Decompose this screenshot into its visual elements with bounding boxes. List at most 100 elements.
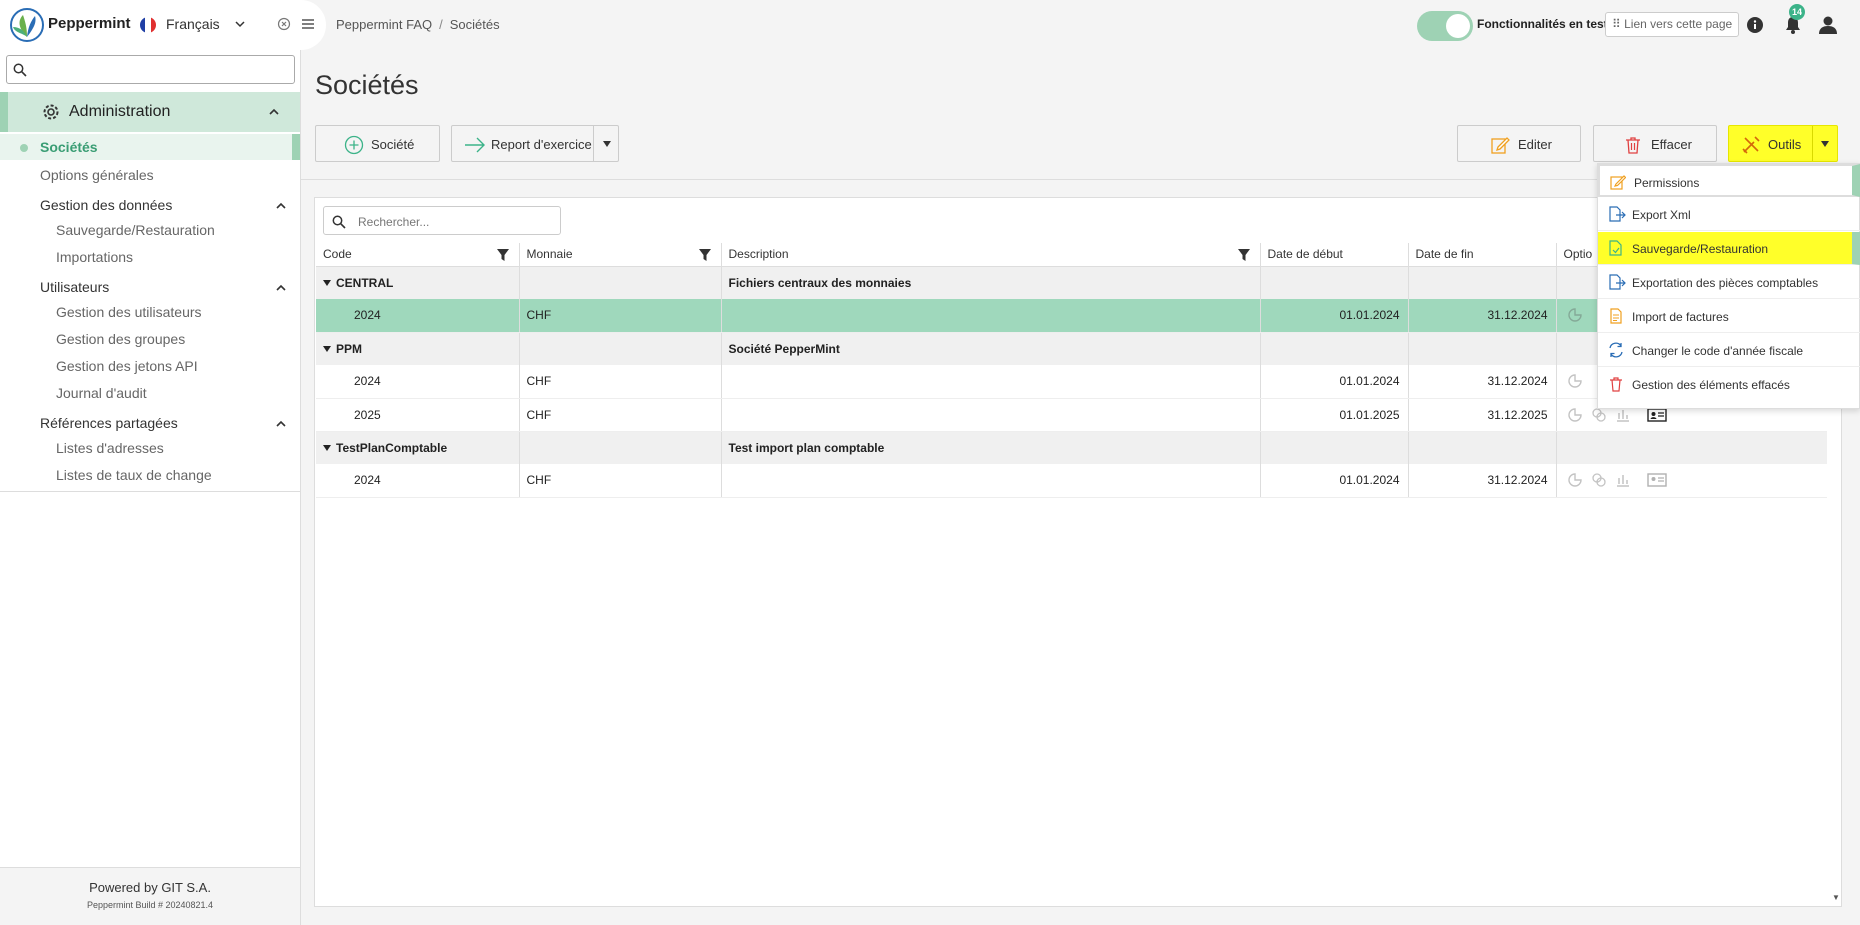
sidebar-item-taux-change[interactable]: Listes de taux de change — [56, 467, 212, 483]
menu-item-label: Gestion des éléments effacés — [1632, 378, 1790, 392]
menu-item-label: Exportation des pièces comptables — [1632, 276, 1819, 290]
chart-pie-icon[interactable] — [1567, 407, 1583, 423]
report-exercice-label: Report d'exercice — [491, 137, 592, 152]
menu-item-import-factures[interactable]: Import de factures — [1598, 300, 1860, 333]
menu-item-label: Changer le code d'année fiscale — [1632, 344, 1804, 358]
sidebar-item-options-generales[interactable]: Options générales — [40, 167, 154, 183]
delete-label: Effacer — [1651, 137, 1692, 152]
arrow-right-icon — [465, 137, 485, 153]
tools-icon — [1742, 136, 1760, 154]
chevron-up-icon[interactable] — [268, 106, 280, 118]
plus-circle-icon — [344, 135, 364, 155]
cell-start-date: 01.01.2024 — [1260, 299, 1409, 333]
sidebar-item-jetons-api[interactable]: Gestion des jetons API — [56, 358, 198, 374]
cell-currency: CHF — [519, 299, 722, 333]
menu-item-permissions[interactable]: Permissions — [1598, 164, 1860, 197]
sidebar-item-gestion-utilisateurs[interactable]: Gestion des utilisateurs — [56, 304, 202, 320]
table-row[interactable]: 2024 CHF 01.01.2024 31.12.2024 — [316, 464, 1827, 498]
sidebar-search-input[interactable] — [6, 55, 295, 84]
chevron-up-icon[interactable] — [275, 282, 287, 294]
column-header-code[interactable]: Code — [316, 243, 520, 267]
invoice-icon — [1610, 308, 1622, 324]
sidebar-section-utilisateurs[interactable]: Utilisateurs — [40, 279, 109, 295]
cell-code: 2024 — [316, 365, 520, 399]
column-header-date-fin[interactable]: Date de fin — [1408, 243, 1557, 267]
chevron-up-icon[interactable] — [275, 418, 287, 430]
menu-item-export-pieces[interactable]: Exportation des pièces comptables — [1598, 266, 1860, 299]
collapse-triangle-icon[interactable] — [323, 345, 331, 352]
scroll-down-arrow-icon[interactable]: ▼ — [1832, 893, 1840, 902]
search-icon — [13, 63, 27, 77]
collapse-triangle-icon[interactable] — [323, 279, 331, 286]
column-header-label: Code — [323, 247, 352, 262]
app-name: Peppermint — [48, 15, 131, 32]
trash-icon — [1610, 377, 1622, 392]
filter-icon[interactable] — [1237, 249, 1250, 261]
menu-item-sauvegarde-restauration[interactable]: Sauvegarde/Restauration — [1598, 232, 1860, 265]
menu-item-elements-effaces[interactable]: Gestion des éléments effacés — [1598, 368, 1860, 401]
menu-item-changer-code-annee[interactable]: Changer le code d'année fiscale — [1598, 334, 1860, 367]
delete-button[interactable]: Effacer — [1593, 125, 1717, 162]
filter-icon[interactable] — [698, 249, 711, 261]
cell-currency: CHF — [519, 464, 722, 498]
sidebar-divider — [0, 491, 300, 492]
add-societe-label: Société — [371, 137, 415, 152]
caret-down-icon[interactable] — [602, 140, 612, 148]
sidebar-item-sauvegarde[interactable]: Sauvegarde/Restauration — [56, 222, 215, 238]
clear-circle-icon[interactable] — [277, 17, 291, 31]
group-description: Test import plan comptable — [721, 431, 1261, 464]
chart-pie-icon[interactable] — [1567, 373, 1583, 389]
id-card-icon[interactable] — [1646, 472, 1667, 488]
sidebar-section-administration[interactable]: Administration — [0, 92, 300, 132]
link-dots-icon: ⠿ — [1612, 17, 1625, 31]
page-link-button[interactable]: ⠿ Lien vers cette page — [1605, 12, 1740, 37]
cell-currency: CHF — [519, 398, 722, 432]
language-select[interactable]: Français — [166, 16, 220, 32]
sidebar-footer: Powered by GIT S.A. Peppermint Build # 2… — [0, 867, 300, 925]
chevron-up-icon[interactable] — [275, 200, 287, 212]
sidebar-item-journal-audit[interactable]: Journal d'audit — [56, 385, 147, 401]
group-description: Société PepperMint — [721, 332, 1261, 365]
sidebar-item-importations[interactable]: Importations — [56, 249, 133, 265]
info-icon[interactable] — [1745, 15, 1765, 35]
powered-by: Powered by GIT S.A. — [89, 880, 211, 895]
caret-down-icon[interactable] — [1820, 140, 1830, 148]
menu-item-export-xml[interactable]: Export Xml — [1598, 198, 1860, 231]
cell-end-date: 31.12.2024 — [1408, 365, 1557, 399]
filter-icon[interactable] — [496, 249, 509, 261]
column-header-monnaie[interactable]: Monnaie — [519, 243, 722, 267]
sidebar-item-gestion-groupes[interactable]: Gestion des groupes — [56, 331, 185, 347]
chevron-down-icon[interactable] — [234, 18, 246, 30]
breadcrumb-link-peppermint-faq[interactable]: Peppermint FAQ — [336, 17, 432, 32]
column-header-description[interactable]: Description — [721, 243, 1261, 267]
tools-button[interactable]: Outils — [1728, 125, 1838, 162]
cell-start-date: 01.01.2024 — [1260, 464, 1409, 498]
search-icon — [332, 215, 346, 229]
user-icon[interactable] — [1817, 14, 1839, 36]
collapse-triangle-icon[interactable] — [323, 444, 331, 451]
split-divider — [1812, 126, 1813, 161]
cell-code: 2024 — [316, 299, 520, 333]
currency-exchange-icon[interactable] — [1591, 472, 1607, 488]
group-row-testplancomptable[interactable]: TestPlanComptable Test import plan compt… — [316, 431, 1827, 464]
hamburger-menu-icon[interactable] — [301, 17, 315, 31]
breadcrumb-separator: / — [439, 17, 443, 32]
test-features-toggle[interactable] — [1417, 11, 1473, 41]
add-societe-button[interactable]: Société — [315, 125, 440, 162]
sidebar-item-listes-adresses[interactable]: Listes d'adresses — [56, 440, 164, 456]
edit-button[interactable]: Editer — [1457, 125, 1581, 162]
edit-label: Editer — [1518, 137, 1552, 152]
bar-chart-icon[interactable] — [1615, 472, 1631, 488]
test-features-label: Fonctionnalités en test — [1477, 17, 1608, 31]
breadcrumb: Peppermint FAQ / Sociétés — [336, 17, 500, 32]
grid-search-input[interactable]: Rechercher... — [323, 206, 561, 235]
report-exercice-button[interactable]: Report d'exercice — [451, 125, 619, 162]
chart-pie-icon[interactable] — [1567, 307, 1583, 323]
chart-pie-icon[interactable] — [1567, 472, 1583, 488]
sidebar: Administration Sociétés Options générale… — [0, 50, 301, 925]
sidebar-item-societes[interactable]: Sociétés — [0, 134, 300, 160]
sidebar-section-references[interactable]: Références partagées — [40, 415, 178, 431]
sidebar-section-gestion-donnees[interactable]: Gestion des données — [40, 197, 172, 213]
column-header-date-debut[interactable]: Date de début — [1260, 243, 1409, 267]
split-divider — [593, 126, 594, 161]
